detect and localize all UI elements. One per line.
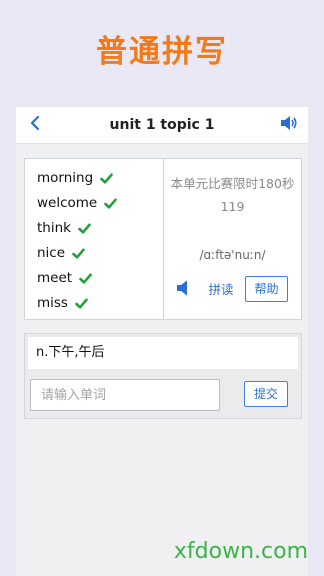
checkmark-icon xyxy=(75,298,88,309)
chevron-left-icon xyxy=(29,115,41,135)
time-limit-text: 本单元比赛限时180秒 xyxy=(170,176,295,191)
word-panel: morning welcome think nice meet miss 本单元… xyxy=(24,158,302,320)
checkmark-icon xyxy=(79,273,92,284)
spell-button[interactable]: 拼读 xyxy=(204,279,238,301)
list-item: welcome xyxy=(37,191,118,215)
list-item: miss xyxy=(37,291,88,315)
answer-panel: n.下午,午后 提交 xyxy=(24,333,302,419)
countdown-timer: 119 xyxy=(220,199,245,214)
list-item: morning xyxy=(37,166,113,190)
phonetic-text: /ɑːftə'nuːn/ xyxy=(199,248,266,262)
submit-button[interactable]: 提交 xyxy=(244,381,288,407)
word-list[interactable]: morning welcome think nice meet miss xyxy=(25,159,164,319)
word-text: miss xyxy=(37,295,68,311)
speaker-icon xyxy=(280,115,298,135)
speaker-button[interactable] xyxy=(278,115,300,135)
list-item: think xyxy=(37,216,91,240)
word-text: think xyxy=(37,220,71,236)
speaker-icon xyxy=(176,280,192,300)
word-text: welcome xyxy=(37,195,98,211)
word-input[interactable] xyxy=(30,379,220,411)
watermark: xfdown.com xyxy=(173,539,308,564)
back-button[interactable] xyxy=(24,113,46,137)
page-title: unit 1 topic 1 xyxy=(109,117,215,133)
word-meaning: n.下午,午后 xyxy=(28,337,298,369)
checkmark-icon xyxy=(72,248,85,259)
banner-title: 普通拼写 xyxy=(96,34,228,70)
word-text: nice xyxy=(37,245,66,261)
checkmark-icon xyxy=(100,173,113,184)
checkmark-icon xyxy=(104,198,118,209)
content-area: morning welcome think nice meet miss 本单元… xyxy=(16,144,308,576)
app-screen: unit 1 topic 1 morning welcome think nic… xyxy=(16,107,308,576)
help-button[interactable]: 帮助 xyxy=(245,276,288,302)
word-text: meet xyxy=(37,270,73,286)
list-item: meet xyxy=(37,266,92,290)
play-audio-button[interactable] xyxy=(174,280,194,300)
word-text: morning xyxy=(37,170,94,186)
top-bar: unit 1 topic 1 xyxy=(16,107,308,144)
checkmark-icon xyxy=(78,223,91,234)
list-item: nice xyxy=(37,241,85,265)
question-info: 本单元比赛限时180秒 119 /ɑːftə'nuːn/ 拼读 帮助 xyxy=(164,159,301,319)
